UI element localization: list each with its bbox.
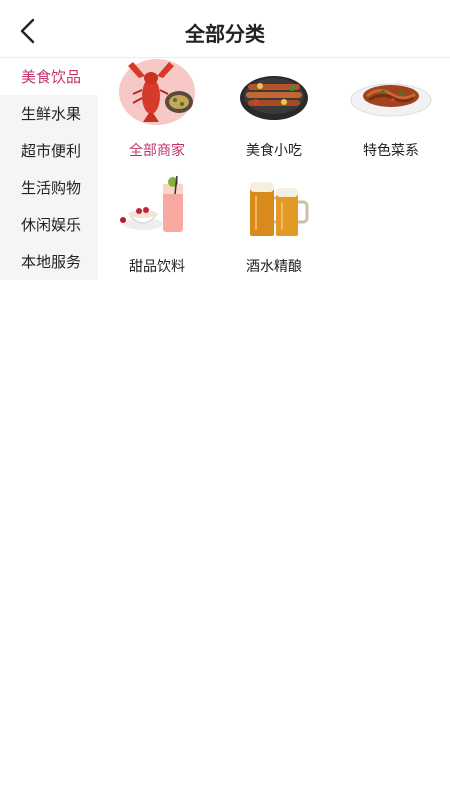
page-title: 全部分类 <box>185 22 265 46</box>
crayfish-image <box>119 59 195 125</box>
category-item-all-merchants[interactable]: 全部商家 <box>98 58 216 162</box>
category-label: 全部商家 <box>129 143 185 159</box>
category-item-snacks[interactable]: 美食小吃 <box>215 58 333 162</box>
category-item-specialty-cuisine[interactable]: 特色菜系 <box>332 58 450 162</box>
category-item-desserts-drinks[interactable]: 甜品饮料 <box>98 174 216 278</box>
sidebar-item-leisure[interactable]: 休闲娱乐 <box>0 206 98 243</box>
category-item-craft-beer[interactable]: 酒水精酿 <box>215 174 333 278</box>
beer-mugs-image <box>250 182 309 236</box>
sidebar-item-shopping[interactable]: 生活购物 <box>0 169 98 206</box>
bbq-skewers-image <box>240 76 308 120</box>
noodle-plate-image <box>350 83 432 117</box>
top-bar: 全部分类 <box>0 0 450 58</box>
sidebar-item-supermarket[interactable]: 超市便利 <box>0 132 98 169</box>
category-label: 酒水精酿 <box>246 259 302 275</box>
sidebar-item-local-services[interactable]: 本地服务 <box>0 243 98 280</box>
dessert-drink-image <box>120 175 183 232</box>
sidebar-item-fresh-fruit[interactable]: 生鲜水果 <box>0 95 98 132</box>
category-label: 特色菜系 <box>363 143 419 159</box>
category-label: 甜品饮料 <box>129 259 185 275</box>
category-label: 美食小吃 <box>246 143 302 159</box>
category-sidebar: 美食饮品 生鲜水果 超市便利 生活购物 休闲娱乐 本地服务 <box>0 58 98 280</box>
sidebar-item-food-drinks[interactable]: 美食饮品 <box>0 58 98 95</box>
